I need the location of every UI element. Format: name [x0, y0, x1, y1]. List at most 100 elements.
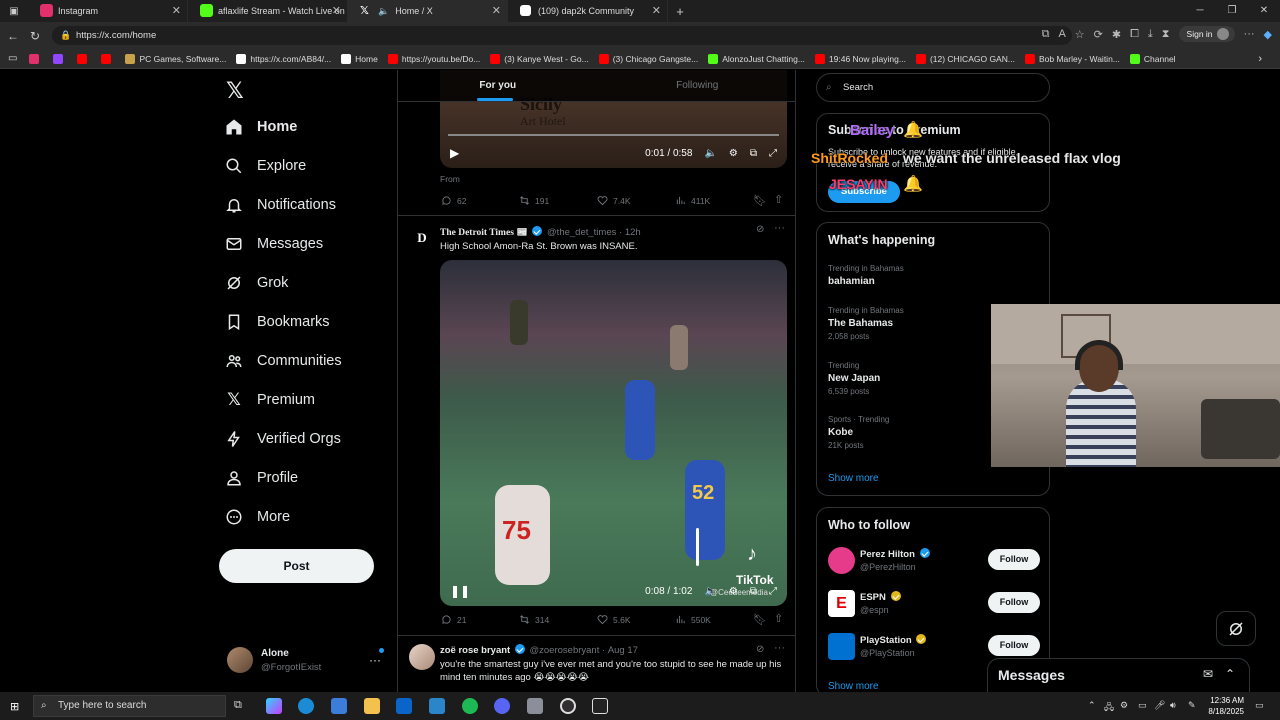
more-dots-icon[interactable]: ···	[774, 222, 785, 234]
repost-button[interactable]: 314	[519, 614, 597, 625]
nav-premium[interactable]: 𝕏 Premium	[225, 390, 315, 409]
trend-item[interactable]: Trending in Bahamas bahamian	[828, 264, 904, 287]
download-icon[interactable]: ⤓	[1148, 28, 1153, 41]
history-icon[interactable]: ⧗	[1162, 28, 1170, 41]
bookmark-item[interactable]	[101, 53, 115, 64]
windows-start-icon[interactable]: ⊞	[10, 700, 19, 713]
bookmarks-overflow-icon[interactable]: ›	[1258, 53, 1262, 65]
share-icon[interactable]: ⇧	[774, 193, 783, 206]
follow-button[interactable]: Follow	[988, 592, 1040, 613]
messages-drawer[interactable]: Messages ✉ ⌃	[987, 658, 1250, 692]
minimize-icon[interactable]: ─	[1184, 0, 1216, 22]
reply-button[interactable]: 62	[441, 195, 519, 206]
pause-icon[interactable]: ❚❚	[450, 584, 470, 598]
nav-profile[interactable]: Profile	[225, 469, 298, 487]
like-button[interactable]: 5.6K	[597, 614, 675, 625]
settings-icon[interactable]: ⚙	[729, 586, 738, 597]
spotify-icon[interactable]	[462, 698, 478, 714]
bookmark-item[interactable]: AlonzoJust Chatting...	[708, 53, 805, 64]
sign-in-button[interactable]: Sign in	[1178, 26, 1235, 42]
favorite-star-icon[interactable]: ☆	[1075, 28, 1085, 41]
tab-for-you[interactable]: For you	[398, 70, 598, 101]
nav-home[interactable]: Home	[225, 118, 297, 136]
new-tab-button[interactable]: +	[668, 4, 692, 19]
grok-icon[interactable]: ⊘	[756, 224, 764, 235]
trend-item[interactable]: Trending in Bahamas The Bahamas 2,058 po…	[828, 306, 904, 341]
speaker-icon[interactable]: 🔊︎	[1170, 700, 1176, 711]
bookmark-icon[interactable]: 🔖︎	[753, 613, 767, 626]
grok-icon[interactable]: ⊘	[756, 644, 764, 655]
maximize-icon[interactable]: ❐	[1216, 0, 1248, 22]
microphone-icon[interactable]: 🎤︎	[1154, 700, 1165, 711]
nav-more[interactable]: More	[225, 508, 290, 526]
follow-suggestion[interactable]: E ESPN @espn Follow	[828, 589, 1040, 619]
bookmark-item[interactable]	[29, 53, 43, 64]
taskbar-search-input[interactable]: ⌕ Type here to search	[33, 695, 226, 717]
file-explorer-icon[interactable]	[364, 698, 380, 714]
follow-suggestion[interactable]: Perez Hilton @PerezHilton Follow	[828, 546, 1040, 576]
trend-item[interactable]: Trending New Japan 6,539 posts	[828, 361, 880, 396]
bookmark-item[interactable]	[77, 53, 91, 64]
nav-bookmarks[interactable]: Bookmarks	[225, 313, 330, 331]
fullscreen-icon[interactable]: ⤢	[769, 148, 777, 159]
bookmark-item[interactable]: Channel	[1129, 53, 1176, 64]
nav-communities[interactable]: Communities	[225, 352, 342, 370]
post-button[interactable]: Post	[219, 549, 374, 583]
reading-list-icon[interactable]: ▭	[8, 53, 17, 64]
volume-slider[interactable]	[696, 528, 699, 566]
tab-following[interactable]: Following	[598, 70, 796, 101]
back-icon[interactable]: ←	[2, 29, 24, 43]
nav-grok[interactable]: Grok	[225, 274, 288, 292]
store-icon[interactable]	[331, 698, 347, 714]
bookmark-item[interactable]: https://youtu.be/Do...	[387, 53, 480, 64]
extension-puzzle-icon[interactable]: ✱	[1112, 28, 1121, 41]
x-logo-icon[interactable]: 𝕏	[226, 78, 244, 104]
close-tab-icon[interactable]: ✕	[652, 4, 661, 17]
extensions-icon[interactable]: ⧉	[1042, 28, 1050, 41]
search-input[interactable]: ⌕ Search	[816, 73, 1050, 102]
bookmark-item[interactable]: Bob Marley - Waitin...	[1024, 53, 1120, 64]
bookmark-item[interactable]: 19:46 Now playing...	[814, 53, 906, 64]
task-view-icon[interactable]: ⧉	[234, 699, 242, 712]
chevron-up-icon[interactable]: ⌃	[1225, 667, 1235, 681]
bookmark-item[interactable]: https://x.com/AB84/...	[236, 53, 331, 64]
trend-item[interactable]: Sports · Trending Kobe 21K posts	[828, 415, 889, 450]
tab-instagram[interactable]: Instagram ✕	[28, 0, 188, 22]
close-tab-icon[interactable]: ✕	[172, 4, 181, 17]
outlook-icon[interactable]	[396, 698, 412, 714]
url-field[interactable]: 🔒 https://x.com/home	[52, 26, 1072, 45]
photos-icon[interactable]	[429, 698, 445, 714]
show-more-link[interactable]: Show more	[828, 473, 879, 484]
close-window-icon[interactable]: ✕	[1248, 0, 1280, 22]
follow-button[interactable]: Follow	[988, 635, 1040, 656]
nav-explore[interactable]: Explore	[225, 157, 306, 175]
tab-home-x[interactable]: 𝕏 🔈 Home / X ✕	[348, 0, 508, 22]
tweet[interactable]: zoë rose bryant @zoerosebryant · Aug 17 …	[398, 635, 795, 692]
refresh-icon[interactable]: ↻	[24, 29, 46, 43]
share-icon[interactable]: ⇧	[774, 612, 783, 625]
reply-button[interactable]: 21	[441, 614, 519, 625]
tray-chevron-icon[interactable]: ⌃	[1088, 700, 1096, 711]
nav-messages[interactable]: Messages	[225, 235, 323, 253]
discord-icon[interactable]	[494, 698, 510, 714]
pen-icon[interactable]: ✎	[1188, 700, 1196, 711]
new-message-icon[interactable]: ✉	[1203, 667, 1213, 681]
grok-floating-button[interactable]	[1216, 611, 1256, 646]
pip-icon[interactable]: ⧉	[750, 148, 757, 159]
notification-center-icon[interactable]: ▭	[1255, 700, 1264, 711]
bookmark-item[interactable]: PC Games, Software...	[125, 53, 226, 64]
system-clock[interactable]: 12:36 AM 8/18/2025	[1208, 695, 1244, 717]
account-switcher[interactable]: Alone @ForgotIExist ···	[227, 645, 387, 679]
tab-kick-stream[interactable]: aflaxlife Stream - Watch Live on K ✕	[188, 0, 348, 22]
bookmark-item[interactable]	[53, 53, 67, 64]
video-progress-bar[interactable]	[448, 134, 779, 136]
tweet[interactable]: D The Detroit Times 📰 @the_det_times · 1…	[398, 215, 795, 635]
volume-icon[interactable]: 🔈	[704, 148, 716, 159]
play-icon[interactable]: ▶	[450, 146, 459, 160]
nav-verified-orgs[interactable]: Verified Orgs	[225, 430, 341, 448]
more-dots-icon[interactable]: ···	[369, 653, 381, 667]
volume-icon[interactable]: 🔈	[704, 586, 716, 597]
sync-icon[interactable]: ⟳	[1094, 28, 1103, 41]
show-more-link[interactable]: Show more	[828, 681, 879, 692]
tab-dap2k-community[interactable]: (109) dap2k Community ✕	[508, 0, 668, 22]
